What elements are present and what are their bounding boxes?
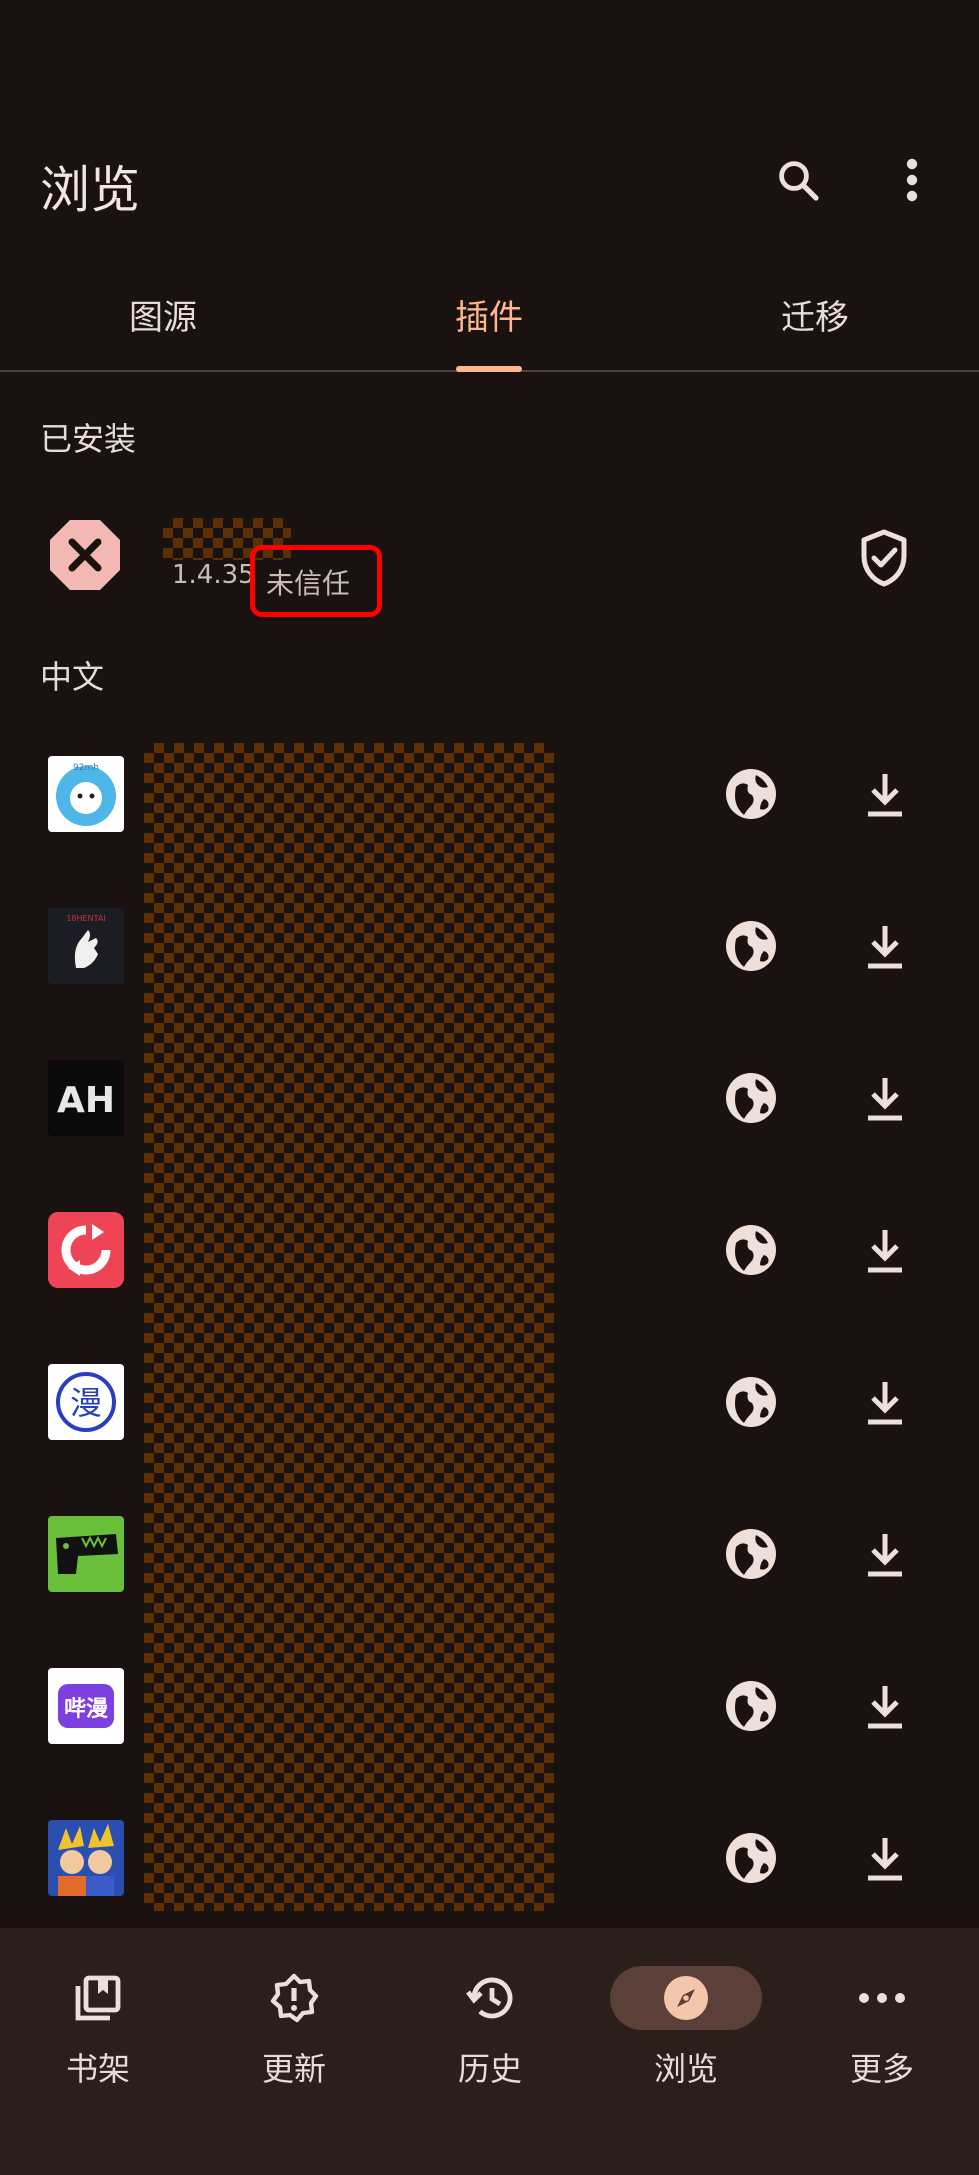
- logo-text: 92mh: [73, 763, 99, 773]
- updates-icon: [244, 1966, 344, 2030]
- explore-icon: [610, 1966, 762, 2030]
- extension-logo: 漫: [48, 1364, 124, 1440]
- extension-row[interactable]: [0, 1020, 979, 1172]
- globe-icon[interactable]: [724, 1679, 778, 1733]
- library-icon: [48, 1966, 148, 2030]
- extension-logo: [48, 1516, 124, 1592]
- download-icon[interactable]: [862, 922, 908, 972]
- download-icon[interactable]: [862, 1834, 908, 1884]
- bottom-navigation: 书架 更新 历史 浏览 更多: [0, 1928, 979, 2175]
- globe-icon[interactable]: [724, 1071, 778, 1125]
- tab-bar: 图源 插件 迁移: [0, 280, 979, 372]
- extension-logo: [48, 1212, 124, 1288]
- top-app-bar: 浏览: [0, 0, 979, 270]
- extension-row[interactable]: [0, 1628, 979, 1780]
- extension-row[interactable]: [0, 1780, 979, 1932]
- nav-library[interactable]: 书架: [0, 1928, 196, 2128]
- extension-logo: 92mh: [48, 756, 124, 832]
- extension-row[interactable]: [0, 1172, 979, 1324]
- nav-browse[interactable]: 浏览: [588, 1928, 784, 2128]
- download-icon[interactable]: [862, 1378, 908, 1428]
- tab-sources[interactable]: 图源: [0, 280, 326, 370]
- globe-icon[interactable]: [724, 1375, 778, 1429]
- globe-icon[interactable]: [724, 1223, 778, 1277]
- extension-logo: AH: [48, 1060, 124, 1136]
- search-icon[interactable]: [768, 150, 828, 210]
- logo-text: 漫: [70, 1384, 102, 1422]
- nav-history[interactable]: 历史: [392, 1928, 588, 2128]
- highlight-box: [250, 545, 382, 617]
- nav-label: 书架: [65, 2050, 130, 2088]
- globe-icon[interactable]: [724, 1831, 778, 1885]
- logo-text: 18HENTAI: [66, 914, 105, 923]
- globe-icon[interactable]: [724, 1527, 778, 1581]
- nav-updates[interactable]: 更新: [196, 1928, 392, 2128]
- nav-label: 历史: [457, 2050, 522, 2088]
- trust-shield-icon[interactable]: [858, 528, 910, 588]
- extension-version: 1.4.35: [172, 560, 255, 590]
- download-icon[interactable]: [862, 770, 908, 820]
- extension-logo: 18HENTAI: [48, 908, 124, 984]
- download-icon[interactable]: [862, 1682, 908, 1732]
- nav-label: 更多: [849, 2050, 914, 2088]
- history-icon: [440, 1966, 540, 2030]
- download-icon[interactable]: [862, 1226, 908, 1276]
- nav-more[interactable]: 更多: [784, 1928, 979, 2128]
- extension-row[interactable]: [0, 868, 979, 1020]
- tab-migrate[interactable]: 迁移: [652, 280, 978, 370]
- nav-label: 浏览: [653, 2050, 718, 2088]
- download-icon[interactable]: [862, 1074, 908, 1124]
- page-title: 浏览: [40, 161, 140, 219]
- extension-row[interactable]: [0, 1324, 979, 1476]
- installed-section-heading: 已安装: [40, 420, 137, 458]
- more-horiz-icon: [832, 1966, 932, 2030]
- installed-extension-row[interactable]: [0, 500, 979, 630]
- more-vert-icon[interactable]: [882, 150, 942, 210]
- logo-text: AH: [57, 1080, 115, 1121]
- tab-indicator: [456, 366, 522, 372]
- language-section-heading: 中文: [40, 658, 105, 696]
- download-icon[interactable]: [862, 1530, 908, 1580]
- nav-label: 更新: [261, 2050, 326, 2088]
- logo-text: 哔漫: [64, 1697, 108, 1722]
- globe-icon[interactable]: [724, 767, 778, 821]
- extension-logo: [48, 1820, 124, 1896]
- tab-extensions[interactable]: 插件: [326, 280, 652, 370]
- globe-icon[interactable]: [724, 919, 778, 973]
- extension-row[interactable]: [0, 1476, 979, 1628]
- extension-row[interactable]: [0, 716, 979, 868]
- blocked-extension-icon: [50, 520, 120, 590]
- extension-logo: 哔漫: [48, 1668, 124, 1744]
